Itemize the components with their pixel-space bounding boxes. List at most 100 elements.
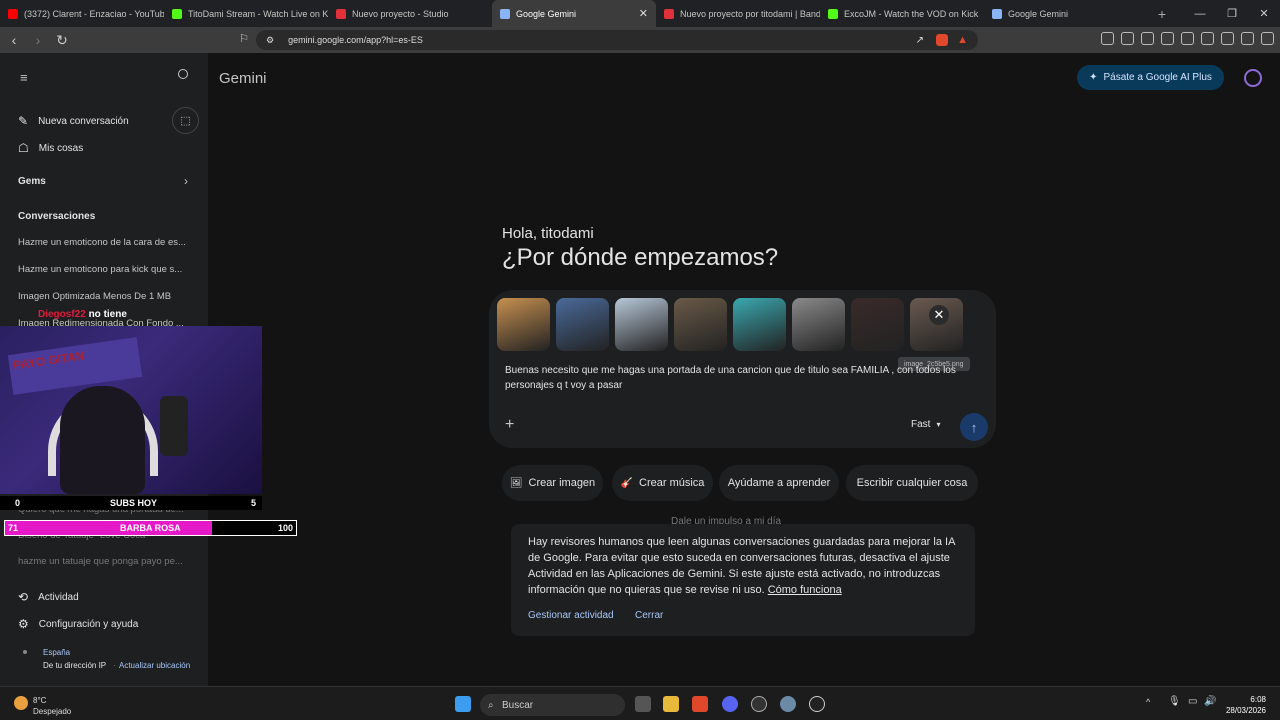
site-info-icon[interactable]: ⚙	[266, 35, 274, 46]
my-stuff-button[interactable]: ☖ Mis cosas	[18, 141, 83, 155]
share-icon[interactable]: ↗	[916, 35, 924, 46]
wall-banner: PAYO GITAN	[7, 337, 143, 395]
wallet-icon[interactable]	[1201, 32, 1214, 45]
gems-heading[interactable]: Gems	[18, 176, 46, 187]
close-tab-icon[interactable]: ✕	[639, 7, 648, 20]
discord-icon[interactable]	[722, 696, 738, 712]
weather-widget[interactable]: 8°C Despejado	[33, 695, 71, 717]
browser-tab[interactable]: Nuevo proyecto - Studio	[328, 0, 492, 27]
temporary-chat-icon[interactable]: ⬚	[172, 107, 199, 134]
location-source: De tu dirección IP	[43, 661, 107, 670]
brave-browser-icon[interactable]	[692, 696, 708, 712]
hamburger-icon[interactable]: ≡	[20, 70, 28, 85]
close-window-icon[interactable]: ✕	[1248, 7, 1280, 20]
restore-icon[interactable]: ❐	[1216, 7, 1248, 20]
minimize-icon[interactable]: —	[1184, 8, 1216, 20]
how-it-works-link[interactable]: Cómo funciona	[768, 584, 842, 596]
conversation-item[interactable]: Hazme un emoticono de la cara de es...	[18, 237, 196, 248]
tab-label: Nuevo proyecto por titodami | Bandl	[680, 8, 820, 19]
new-tab-icon[interactable]: +	[1152, 6, 1172, 22]
conversation-item[interactable]: Imagen Optimizada Menos De 1 MB	[18, 291, 196, 302]
conversation-item[interactable]: hazme un tatuaje que ponga payo pe...	[18, 556, 196, 567]
avatar[interactable]	[1244, 69, 1262, 87]
leo-icon[interactable]	[1221, 32, 1234, 45]
network-icon[interactable]: ▭	[1188, 696, 1197, 707]
file-explorer-icon[interactable]	[663, 696, 679, 712]
goal-progress-bar: 71 BARBA ROSA 100	[4, 520, 297, 536]
uploaded-image-thumbnail[interactable]	[615, 298, 668, 351]
remove-image-icon[interactable]: ✕	[929, 305, 949, 325]
chip-label: Crear música	[639, 477, 705, 489]
conversation-item[interactable]: Hazme un emoticono para kick que s...	[18, 264, 196, 275]
address-bar: ‹ › ↻ ⚐ ⚙ gemini.google.com/app?hl=es-ES…	[0, 27, 1280, 53]
chip-write-anything[interactable]: Escribir cualquier cosa	[846, 465, 978, 501]
chip-create-music[interactable]: 🎸 Crear música	[612, 465, 713, 501]
browser-tab[interactable]: Google Gemini	[984, 0, 1148, 27]
activity-button[interactable]: ⟲ Actividad	[18, 590, 79, 604]
weather-status: Despejado	[33, 707, 72, 716]
extension-icon[interactable]	[1101, 32, 1114, 45]
follower-name: Diegosf22	[38, 309, 86, 320]
screenshot-icon[interactable]	[1121, 32, 1134, 45]
menu-icon[interactable]	[1261, 32, 1274, 45]
brave-shield-icon[interactable]	[936, 34, 948, 46]
browser-tab-bar: (3372) Clarent - Enzaciao - YouTube TitoD…	[0, 0, 1280, 27]
back-icon[interactable]: ‹	[4, 32, 24, 48]
close-notice-button[interactable]: Cerrar	[635, 610, 663, 621]
upgrade-button[interactable]: ✦ Pásate a Google AI Plus	[1077, 65, 1224, 90]
webcam-overlay: PAYO GITAN	[0, 326, 262, 494]
uploaded-image-thumbnail[interactable]	[851, 298, 904, 351]
upgrade-label: Pásate a Google AI Plus	[1103, 72, 1212, 83]
weather-icon[interactable]	[14, 696, 28, 710]
uploaded-image-thumbnail[interactable]	[556, 298, 609, 351]
notice-body: Hay revisores humanos que leen algunas c…	[528, 536, 955, 596]
send-button[interactable]: ↑	[960, 413, 988, 441]
download-icon[interactable]	[1141, 32, 1154, 45]
obs-icon[interactable]	[751, 696, 767, 712]
greeting-name: Hola, titodami	[502, 225, 594, 242]
uploaded-image-thumbnail[interactable]	[497, 298, 550, 351]
uploaded-image-thumbnail[interactable]	[674, 298, 727, 351]
gemini-logo[interactable]: Gemini	[219, 70, 267, 87]
add-attachment-icon[interactable]: +	[505, 416, 514, 434]
url-field[interactable]: ⚙ gemini.google.com/app?hl=es-ES ↗ ▲	[256, 30, 978, 50]
search-icon[interactable]	[178, 69, 188, 79]
browser-tab[interactable]: (3372) Clarent - Enzaciao - YouTube	[0, 0, 164, 27]
settings-app-icon[interactable]	[780, 696, 796, 712]
sidebar-icon[interactable]	[1181, 32, 1194, 45]
tray-chevron-icon[interactable]: ^	[1146, 697, 1150, 707]
notice-text: Hay revisores humanos que leen algunas c…	[528, 534, 968, 598]
manage-activity-button[interactable]: Gestionar actividad	[528, 610, 614, 621]
chevron-right-icon[interactable]: ›	[184, 174, 188, 188]
media-player-icon[interactable]	[809, 696, 825, 712]
task-view-icon[interactable]	[635, 696, 651, 712]
rewards-icon[interactable]: ▲	[957, 34, 968, 46]
settings-button[interactable]: ⚙ Configuración y ayuda	[18, 617, 138, 631]
chip-create-image[interactable]: 🖼 Crear imagen	[502, 465, 603, 501]
model-selector[interactable]: Fast ▾	[911, 419, 940, 430]
chip-help-learn[interactable]: Ayúdame a aprender	[719, 465, 839, 501]
start-icon[interactable]	[455, 696, 471, 712]
music-icon[interactable]	[1161, 32, 1174, 45]
taskbar-clock[interactable]: 6:08 28/03/2026	[1226, 694, 1266, 716]
browser-tab[interactable]: ExcoJM - Watch the VOD on Kick	[820, 0, 984, 27]
reload-icon[interactable]: ↻	[52, 32, 72, 49]
uploaded-image-thumbnail[interactable]	[733, 298, 786, 351]
prompt-input[interactable]: Buenas necesito que me hagas una portada…	[505, 363, 965, 393]
tab-label: Google Gemini	[1008, 8, 1069, 19]
mic-tray-icon[interactable]: 🎙	[1168, 696, 1181, 707]
volume-icon[interactable]: 🔊	[1204, 696, 1216, 707]
forward-icon[interactable]: ›	[28, 32, 48, 48]
url-text: gemini.google.com/app?hl=es-ES	[288, 35, 423, 45]
browser-tab[interactable]: Google Gemini ✕	[492, 0, 656, 27]
vpn-icon[interactable]	[1241, 32, 1254, 45]
windows-taskbar: 8°C Despejado ⌕ Buscar ^ 🎙 ▭ 🔊 6:08 28/0…	[0, 686, 1280, 720]
uploaded-image-thumbnail[interactable]	[792, 298, 845, 351]
favicon-icon	[336, 8, 346, 19]
new-chat-button[interactable]: ✎ Nueva conversación	[18, 114, 129, 128]
taskbar-search[interactable]: ⌕ Buscar	[480, 694, 625, 716]
update-location-link[interactable]: Actualizar ubicación	[119, 661, 190, 670]
bookmark-icon[interactable]: ⚐	[234, 32, 254, 45]
browser-tab[interactable]: TitoDami Stream - Watch Live on Kick	[164, 0, 328, 27]
browser-tab[interactable]: Nuevo proyecto por titodami | Bandl	[656, 0, 820, 27]
